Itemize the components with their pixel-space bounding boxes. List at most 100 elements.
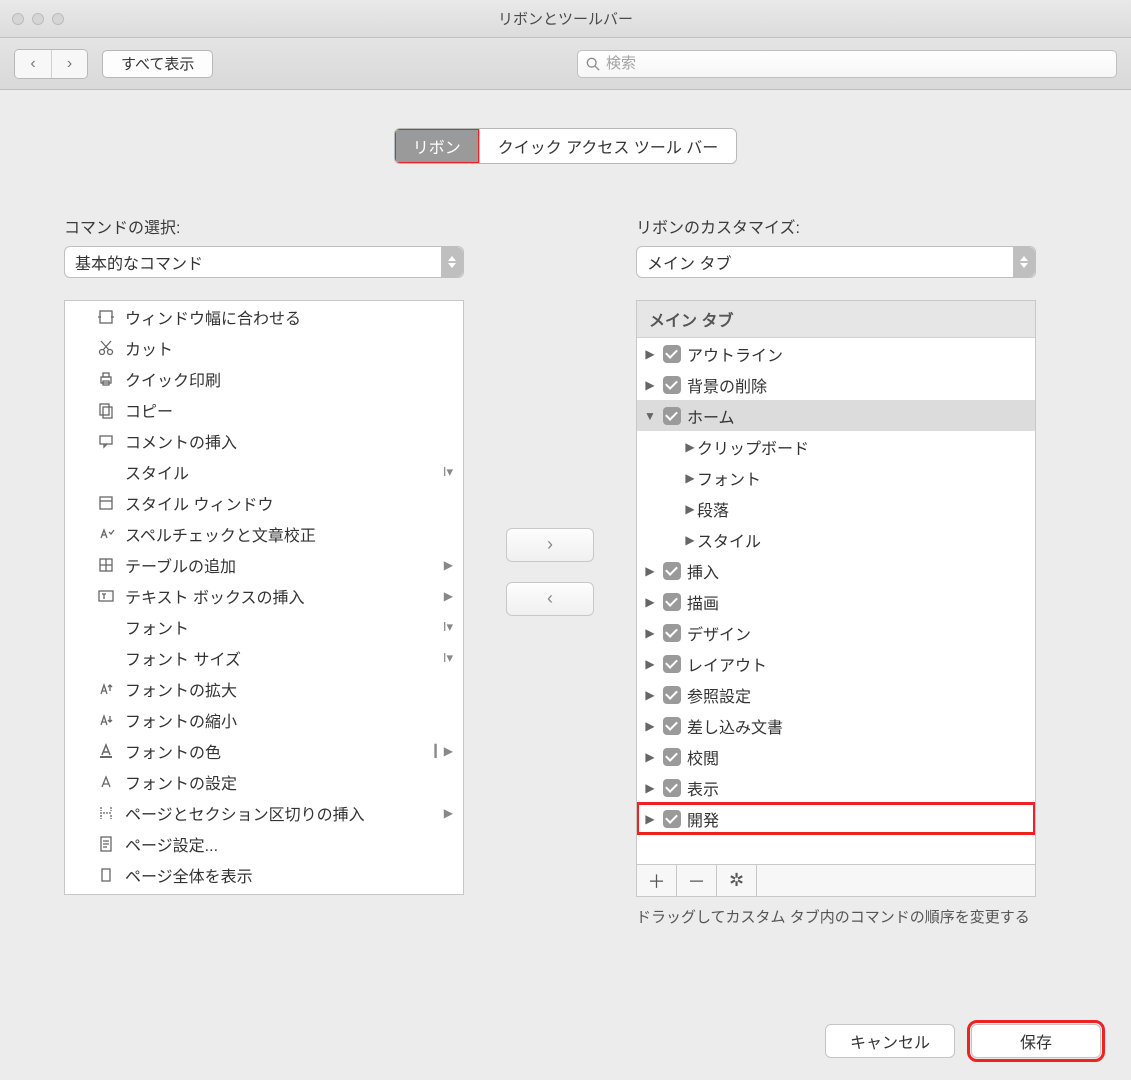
disclosure-right-icon[interactable]: ▶	[643, 564, 657, 578]
checkbox-checked-icon[interactable]	[663, 624, 681, 642]
tab-1[interactable]: クイック アクセス ツール バー	[479, 129, 737, 163]
tree-label: 開発	[687, 807, 719, 831]
command-item[interactable]: スペルチェックと文章校正	[65, 518, 463, 549]
quick-print-icon	[95, 368, 117, 390]
command-item[interactable]: フォントの色▎▶	[65, 735, 463, 766]
show-all-button[interactable]: すべて表示	[102, 50, 213, 78]
ribbon-tab-item[interactable]: ▶差し込み文書	[637, 710, 1035, 741]
disclosure-right-icon[interactable]: ▶	[643, 595, 657, 609]
ribbon-tab-item[interactable]: ▶ 開発	[637, 803, 1035, 834]
command-item[interactable]: スタイル ウィンドウ	[65, 487, 463, 518]
checkbox-checked-icon[interactable]	[663, 345, 681, 363]
show-page-icon	[95, 864, 117, 886]
remove-tab-button[interactable]: －	[677, 865, 717, 896]
tab-0[interactable]: リボン	[395, 129, 479, 163]
ribbon-group-item[interactable]: ▶段落	[637, 493, 1035, 524]
ribbon-tree[interactable]: メイン タブ ▶アウトライン▶背景の削除▼ホーム▶クリップボード▶フォント▶段落…	[636, 300, 1036, 865]
close-icon[interactable]	[12, 13, 24, 25]
ribbon-tab-item[interactable]: ▶表示	[637, 772, 1035, 803]
disclosure-right-icon[interactable]: ▶	[643, 750, 657, 764]
command-item[interactable]: フォント サイズI▾	[65, 642, 463, 673]
ribbon-tab-item[interactable]: ▶校閲	[637, 741, 1035, 772]
command-item[interactable]: フォントの縮小	[65, 704, 463, 735]
window-controls	[12, 13, 64, 25]
command-label: クイック印刷	[125, 367, 221, 391]
ribbon-tab-item[interactable]: ▼ホーム	[637, 400, 1035, 431]
ribbon-tab-item[interactable]: ▶挿入	[637, 555, 1035, 586]
commands-listbox[interactable]: ウィンドウ幅に合わせるカットクイック印刷コピーコメントの挿入スタイルI▾スタイル…	[64, 300, 464, 895]
minimize-icon[interactable]	[32, 13, 44, 25]
save-button[interactable]: 保存	[971, 1024, 1101, 1058]
back-button[interactable]: ‹	[15, 50, 51, 78]
command-item[interactable]: フォントの設定	[65, 766, 463, 797]
command-item[interactable]: テーブルの追加▶	[65, 549, 463, 580]
disclosure-right-icon[interactable]: ▶	[643, 626, 657, 640]
disclosure-right-icon[interactable]: ▶	[683, 471, 697, 485]
disclosure-right-icon[interactable]: ▶	[643, 719, 657, 733]
command-label: フォントの拡大	[125, 677, 237, 701]
disclosure-down-icon[interactable]: ▼	[643, 409, 657, 423]
submenu-arrow-icon: ▶	[444, 558, 453, 572]
command-item[interactable]: ページ全体を表示	[65, 859, 463, 890]
command-item[interactable]: ページ設定...	[65, 828, 463, 859]
disclosure-right-icon[interactable]: ▶	[643, 378, 657, 392]
commands-select[interactable]: 基本的なコマンド	[64, 246, 464, 278]
command-item[interactable]: テキスト ボックスの挿入▶	[65, 580, 463, 611]
checkbox-checked-icon[interactable]	[663, 593, 681, 611]
checkbox-checked-icon[interactable]	[663, 562, 681, 580]
tree-label: 描画	[687, 590, 719, 614]
disclosure-right-icon[interactable]: ▶	[643, 657, 657, 671]
remove-button[interactable]: ‹	[506, 582, 594, 616]
command-item[interactable]: コピー	[65, 394, 463, 425]
ribbon-tab-item[interactable]: ▶背景の削除	[637, 369, 1035, 400]
checkbox-checked-icon[interactable]	[663, 748, 681, 766]
zoom-icon[interactable]	[52, 13, 64, 25]
settings-button[interactable]: ✲	[717, 865, 757, 896]
ribbon-group-item[interactable]: ▶クリップボード	[637, 431, 1035, 462]
ribbon-tab-item[interactable]: ▶参照設定	[637, 679, 1035, 710]
add-button[interactable]: ›	[506, 528, 594, 562]
search-icon	[586, 57, 600, 71]
customize-select[interactable]: メイン タブ	[636, 246, 1036, 278]
customize-label: リボンのカスタマイズ:	[636, 214, 1036, 238]
checkbox-checked-icon[interactable]	[663, 717, 681, 735]
checkbox-checked-icon[interactable]	[663, 407, 681, 425]
command-item[interactable]: クイック印刷	[65, 363, 463, 394]
tree-label: 段落	[697, 497, 729, 521]
disclosure-right-icon[interactable]: ▶	[643, 812, 657, 826]
cut-icon	[95, 337, 117, 359]
disclosure-right-icon[interactable]: ▶	[643, 347, 657, 361]
forward-button[interactable]: ›	[51, 50, 87, 78]
copy-icon	[95, 399, 117, 421]
command-item[interactable]: フォントI▾	[65, 611, 463, 642]
ribbon-tab-item[interactable]: ▶アウトライン	[637, 338, 1035, 369]
disclosure-right-icon[interactable]: ▶	[643, 781, 657, 795]
disclosure-right-icon[interactable]: ▶	[683, 440, 697, 454]
ribbon-tab-item[interactable]: ▶レイアウト	[637, 648, 1035, 679]
checkbox-checked-icon[interactable]	[663, 655, 681, 673]
search-field[interactable]	[577, 50, 1117, 78]
ribbon-tab-item[interactable]: ▶ 描画	[637, 586, 1035, 617]
search-input[interactable]	[606, 55, 1108, 72]
command-item[interactable]: フォントの拡大	[65, 673, 463, 704]
command-item[interactable]: ウィンドウ幅に合わせる	[65, 301, 463, 332]
checkbox-checked-icon[interactable]	[663, 779, 681, 797]
spell-icon	[95, 523, 117, 545]
ribbon-group-item[interactable]: ▶スタイル	[637, 524, 1035, 555]
disclosure-right-icon[interactable]: ▶	[643, 688, 657, 702]
command-item[interactable]: スタイルI▾	[65, 456, 463, 487]
checkbox-checked-icon[interactable]	[663, 686, 681, 704]
disclosure-right-icon[interactable]: ▶	[683, 502, 697, 516]
command-item[interactable]: コメントの挿入	[65, 425, 463, 456]
checkbox-checked-icon[interactable]	[663, 810, 681, 828]
command-item[interactable]: ページとセクション区切りの挿入▶	[65, 797, 463, 828]
disclosure-right-icon[interactable]: ▶	[683, 533, 697, 547]
add-tab-button[interactable]: ＋	[637, 865, 677, 896]
cancel-button[interactable]: キャンセル	[825, 1024, 955, 1058]
ribbon-tab-item[interactable]: ▶デザイン	[637, 617, 1035, 648]
ribbon-group-item[interactable]: ▶フォント	[637, 462, 1035, 493]
stepper-icon	[1013, 247, 1035, 277]
command-label: フォント サイズ	[125, 646, 241, 670]
checkbox-checked-icon[interactable]	[663, 376, 681, 394]
command-item[interactable]: カット	[65, 332, 463, 363]
